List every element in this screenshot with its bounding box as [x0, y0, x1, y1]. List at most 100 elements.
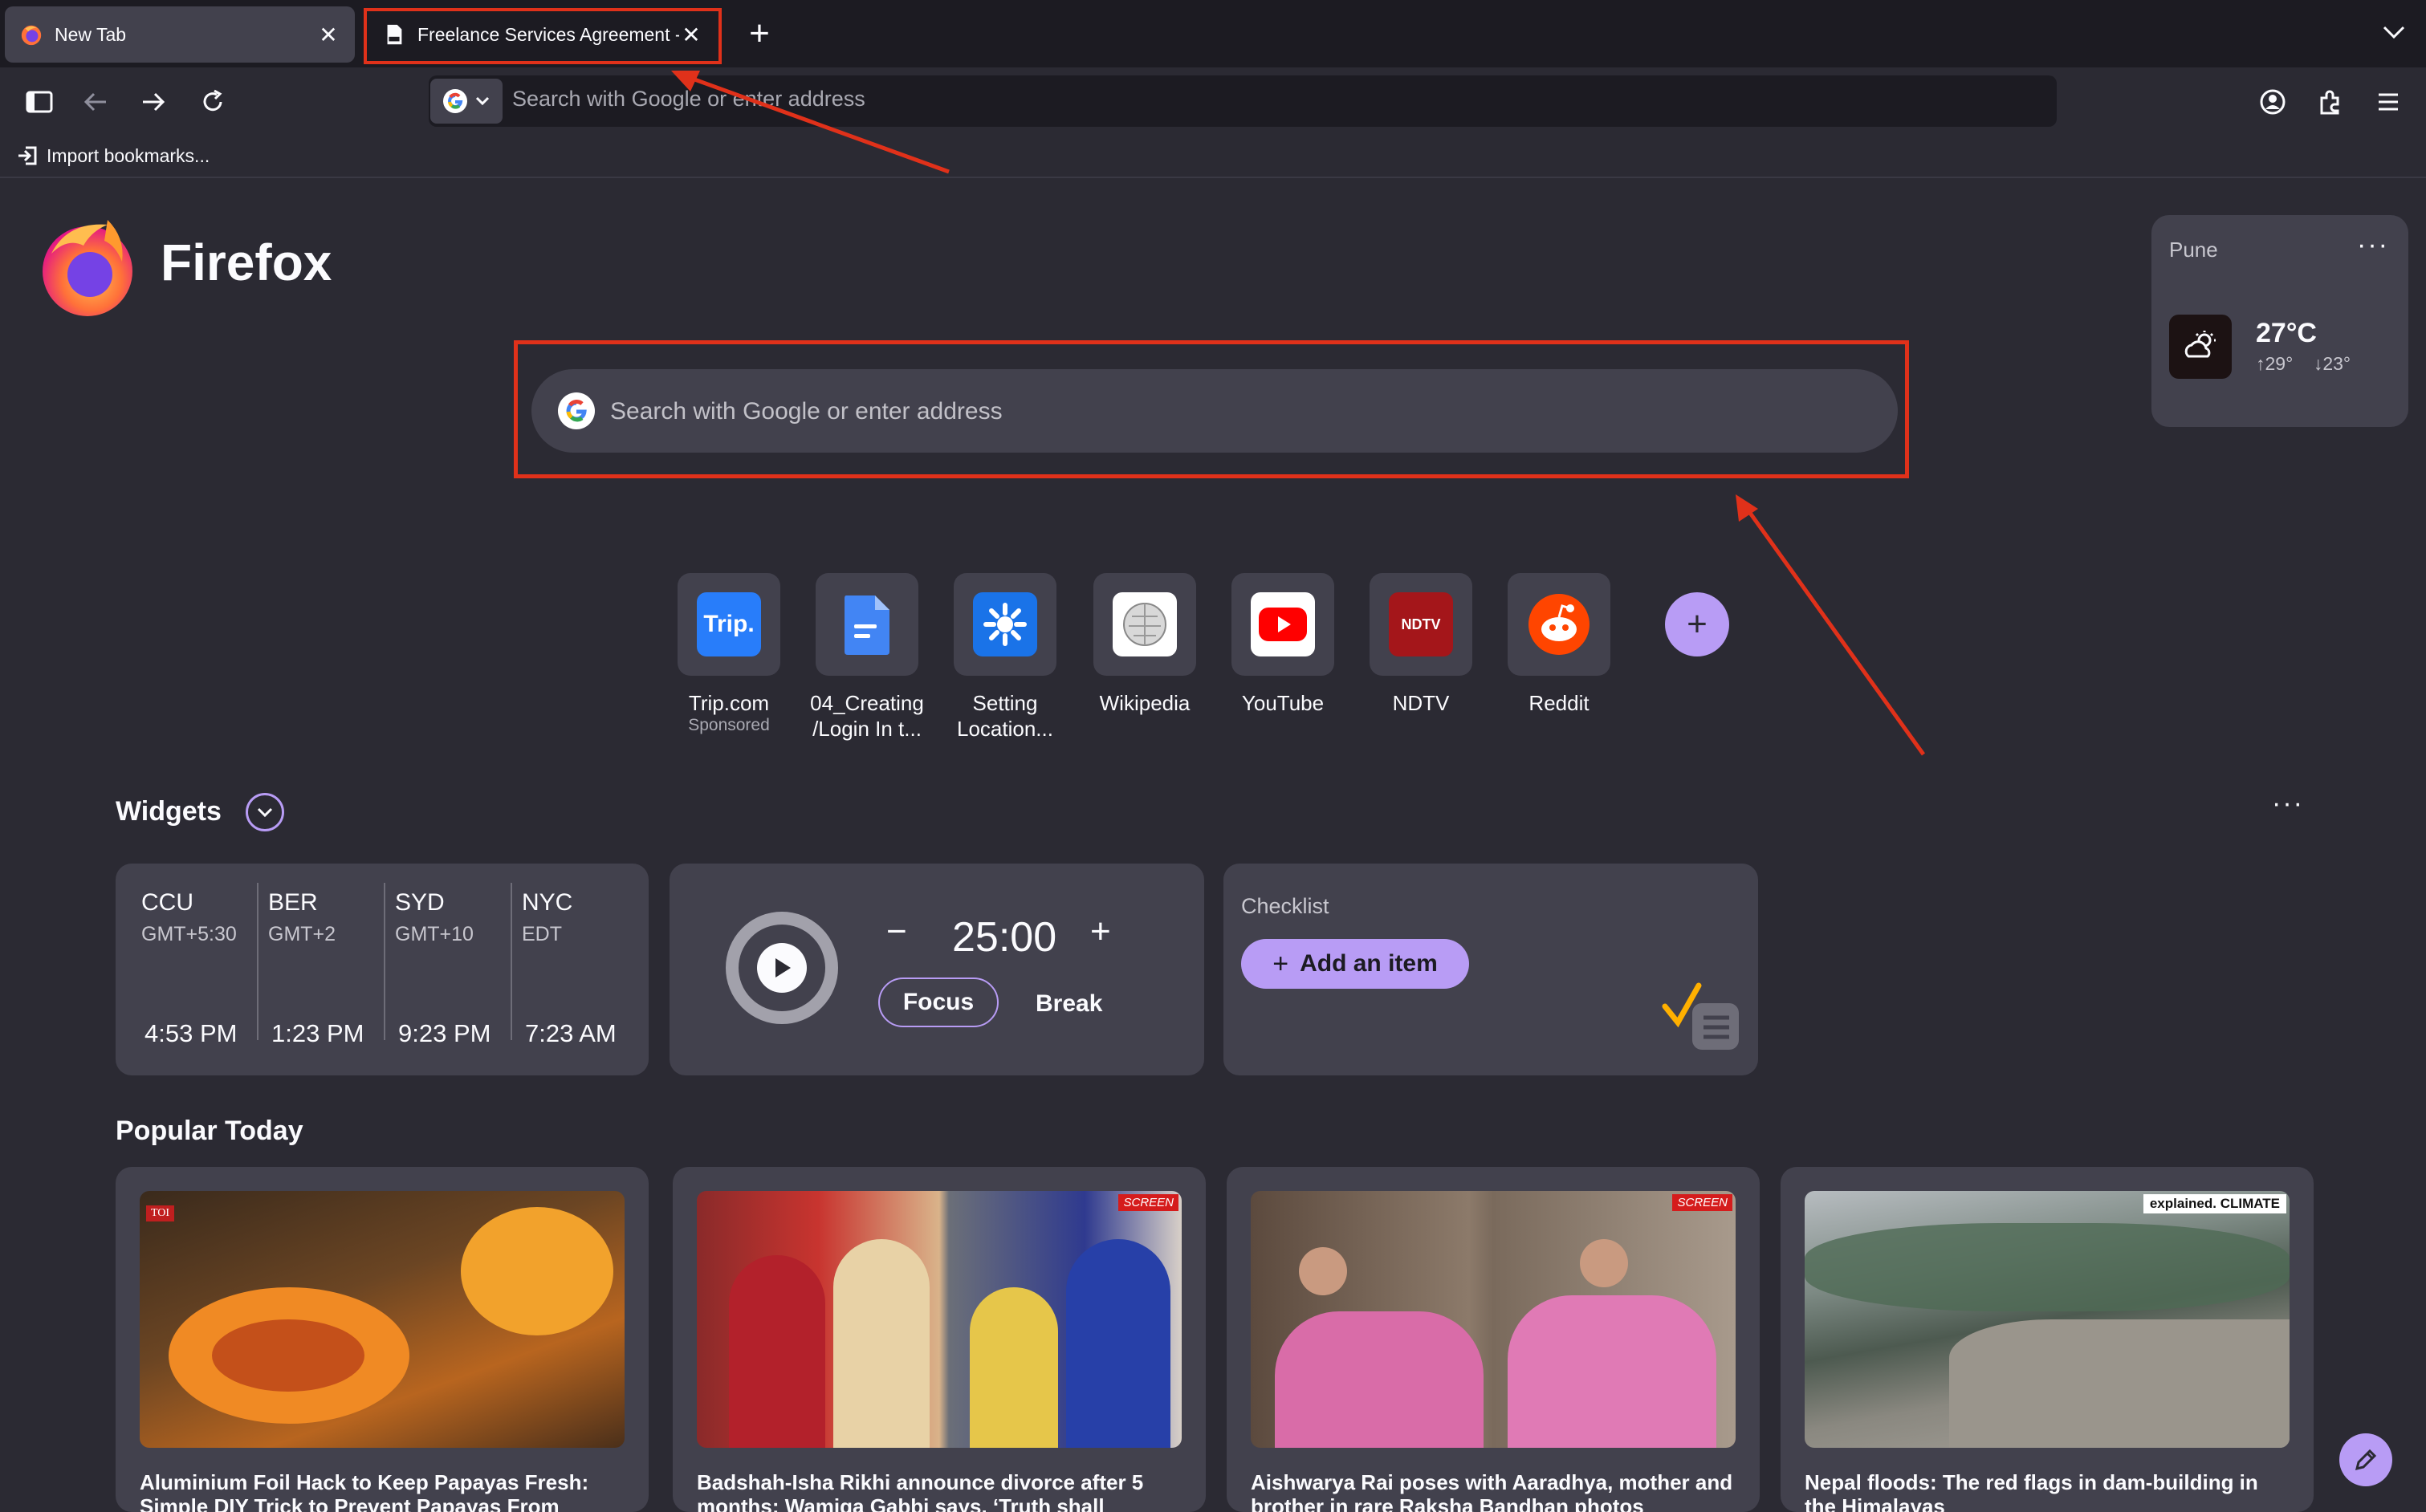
add-item-button[interactable]: + Add an item — [1241, 939, 1469, 989]
shortcut-youtube[interactable]: YouTube — [1219, 573, 1347, 716]
bookmarks-toolbar: Import bookmarks... — [0, 135, 2426, 178]
wikipedia-icon — [1113, 592, 1177, 656]
clock-syd: SYD GMT+10 9:23 PM — [369, 883, 496, 1059]
shortcut-creating-login[interactable]: 04_Creating /Login In t... — [803, 573, 931, 742]
firefox-icon — [21, 25, 42, 46]
weather-widget[interactable]: Pune ··· 27°C ↑29° ↓23° — [2151, 215, 2408, 427]
import-icon — [18, 146, 37, 165]
forward-button[interactable] — [135, 83, 172, 120]
shortcut-tile — [1093, 573, 1196, 676]
sidebar-toggle-button[interactable] — [21, 83, 58, 120]
shortcut-label: Trip.com — [688, 691, 770, 715]
puzzle-icon — [2320, 90, 2339, 115]
ndtv-icon: NDTV — [1389, 592, 1453, 656]
clock-timezone: GMT+2 — [268, 923, 336, 945]
shortcut-tile — [1231, 573, 1334, 676]
shortcut-wikipedia[interactable]: Wikipedia — [1081, 573, 1209, 716]
story-card[interactable]: SCREEN Aishwarya Rai poses with Aaradhya… — [1227, 1167, 1760, 1512]
close-tab-icon[interactable]: ✕ — [316, 22, 340, 48]
firefox-logo — [43, 220, 132, 316]
story-headline: Badshah-Isha Rikhi announce divorce afte… — [697, 1470, 1144, 1512]
weather-menu-button[interactable]: ··· — [2357, 230, 2389, 261]
checklist-title: Checklist — [1241, 894, 1329, 918]
shortcut-label: Setting Location... — [957, 691, 1053, 741]
tab-freelance-agreement[interactable]: Freelance Services Agreement - ✕ — [368, 6, 718, 63]
clock-nyc: NYC EDT 7:23 AM — [496, 883, 623, 1059]
chevron-down-icon — [475, 96, 490, 106]
google-icon — [443, 89, 467, 113]
add-shortcut-button[interactable]: + — [1665, 592, 1729, 656]
shortcut-trip[interactable]: Trip. Trip.com Sponsored — [665, 573, 793, 735]
publisher-badge: TOI — [146, 1205, 175, 1221]
story-card[interactable]: SCREEN Badshah-Isha Rikhi announce divor… — [673, 1167, 1206, 1512]
shortcut-tile — [954, 573, 1056, 676]
sponsored-label: Sponsored — [688, 716, 770, 734]
reload-button[interactable] — [194, 83, 231, 120]
new-tab-button[interactable]: + — [737, 11, 782, 56]
tab-strip: New Tab ✕ Freelance Services Agreement -… — [0, 0, 2426, 67]
youtube-icon — [1251, 592, 1315, 656]
google-icon — [558, 392, 595, 429]
pdf-file-icon — [387, 24, 402, 45]
address-bar-placeholder: Search with Google or enter address — [512, 87, 865, 111]
widgets-menu-button[interactable]: ··· — [2272, 788, 2304, 819]
app-menu-button[interactable] — [2370, 83, 2407, 120]
settings-gear-icon — [973, 592, 1037, 656]
publisher-badge: explained. CLIMATE — [2143, 1194, 2286, 1213]
weather-range: ↑29° ↓23° — [2256, 353, 2351, 375]
shortcut-label: Wikipedia — [1099, 691, 1191, 715]
weather-low: 23° — [2322, 353, 2351, 374]
clock-timezone: GMT+5:30 — [141, 923, 237, 945]
widgets-collapse-button[interactable] — [246, 793, 284, 831]
reload-icon — [203, 89, 222, 112]
partly-cloudy-icon — [2169, 315, 2232, 379]
import-bookmarks-button[interactable]: Import bookmarks... — [16, 144, 210, 167]
story-image-family: SCREEN — [1251, 1191, 1736, 1448]
shortcut-tile — [1508, 573, 1610, 676]
account-button[interactable] — [2254, 83, 2291, 120]
plus-icon: + — [1687, 604, 1708, 644]
tab-label: New Tab — [55, 23, 127, 45]
add-item-label: Add an item — [1300, 950, 1438, 977]
close-tab-icon[interactable]: ✕ — [679, 22, 703, 48]
tab-new-tab[interactable]: New Tab ✕ — [5, 6, 355, 63]
hamburger-menu-icon — [2379, 93, 2398, 111]
story-card[interactable]: TOI Aluminium Foil Hack to Keep Papayas … — [116, 1167, 649, 1512]
clock-city: CCU — [141, 889, 193, 916]
arrow-down-icon: ↓ — [2313, 353, 2323, 374]
timer-decrease-button[interactable]: − — [886, 912, 907, 952]
clock-city: BER — [268, 889, 318, 916]
shortcut-setting-location[interactable]: Setting Location... — [941, 573, 1069, 742]
clock-timezone: EDT — [522, 923, 562, 945]
clock-ber: BER GMT+2 1:23 PM — [242, 883, 369, 1059]
story-headline: Aluminium Foil Hack to Keep Papayas Fres… — [140, 1470, 589, 1512]
arrow-up-icon: ↑ — [2256, 353, 2265, 374]
clock-timezone: GMT+10 — [395, 923, 474, 945]
customize-page-button[interactable] — [2339, 1433, 2392, 1486]
arrow-right-icon — [143, 92, 165, 112]
story-headline: Nepal floods: The red flags in dam-build… — [1805, 1470, 2258, 1512]
sidebar-icon — [26, 91, 53, 113]
publisher-badge: SCREEN — [1672, 1194, 1732, 1211]
story-card[interactable]: explained. CLIMATE Nepal floods: The red… — [1781, 1167, 2314, 1512]
reddit-icon — [1528, 594, 1590, 655]
chevron-down-icon[interactable] — [2376, 14, 2412, 50]
timer-break-tab[interactable]: Break — [1036, 990, 1102, 1018]
chevron-down-icon — [257, 807, 273, 818]
clock-ccu: CCU GMT+5:30 4:53 PM — [116, 883, 242, 1059]
publisher-badge: SCREEN — [1118, 1194, 1178, 1211]
arrow-left-icon — [83, 92, 106, 112]
clock-city: SYD — [395, 889, 445, 916]
shortcut-reddit[interactable]: Reddit — [1495, 573, 1623, 716]
shortcut-tile: NDTV — [1370, 573, 1472, 676]
search-engine-selector[interactable] — [430, 79, 503, 124]
timer-play-button[interactable] — [726, 912, 838, 1024]
back-button[interactable] — [77, 83, 114, 120]
checklist-illustration-icon — [1662, 982, 1739, 1050]
timer-increase-button[interactable]: + — [1090, 912, 1111, 952]
shortcut-ndtv[interactable]: NDTV NDTV — [1357, 573, 1485, 716]
clock-time: 1:23 PM — [271, 1019, 364, 1047]
extensions-button[interactable] — [2312, 83, 2349, 120]
timer-focus-tab[interactable]: Focus — [878, 978, 999, 1027]
focus-timer-widget: − 25:00 + Focus Break — [670, 864, 1204, 1075]
